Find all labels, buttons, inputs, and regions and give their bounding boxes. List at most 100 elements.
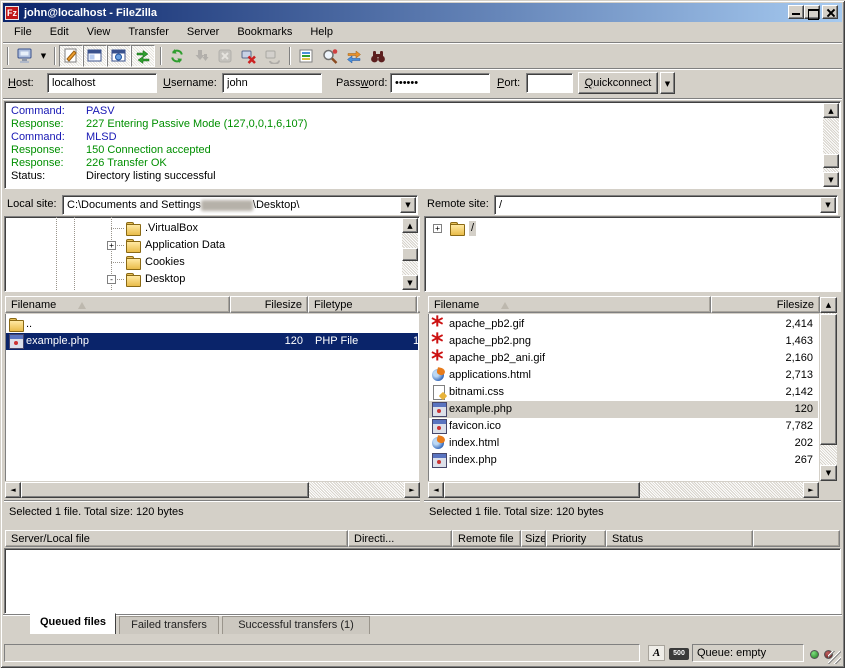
scroll-up-button[interactable]: ▲ — [823, 103, 839, 118]
column-header-direction[interactable]: Directi... — [348, 530, 452, 547]
local-site-dropdown[interactable]: ▼ — [400, 197, 416, 213]
file-row-example-php[interactable]: example.php 120 — [429, 401, 818, 418]
file-row[interactable]: index.html 202 — [429, 435, 818, 452]
scrollbar-thumb[interactable] — [820, 314, 837, 445]
column-header-filename[interactable]: Filename — [5, 296, 230, 313]
tree-expander-minus[interactable]: - — [107, 275, 116, 284]
column-header-filetype[interactable]: Filetype — [308, 296, 417, 313]
port-input[interactable] — [526, 73, 573, 93]
scrollbar-thumb[interactable] — [402, 248, 418, 261]
column-header-lastmodified-clipped[interactable]: L — [417, 296, 420, 313]
tree-expander-plus[interactable]: + — [107, 241, 116, 250]
directory-listing-filters-button[interactable] — [294, 45, 318, 67]
tree-item-virtualbox[interactable]: .VirtualBox — [5, 220, 419, 237]
file-row[interactable]: applications.html 2,713 — [429, 367, 818, 384]
column-header-size[interactable]: Size — [521, 530, 546, 547]
host-input[interactable] — [47, 73, 157, 93]
message-log: Command:PASV Response:227 Entering Passi… — [4, 101, 841, 189]
column-header-filesize[interactable]: Filesize — [230, 296, 308, 313]
scroll-left-button[interactable]: ◄ — [5, 482, 21, 498]
menu-bookmarks[interactable]: Bookmarks — [228, 24, 301, 40]
remote-list-hscrollbar[interactable]: ◄ ► — [428, 482, 819, 498]
column-header-empty[interactable] — [753, 530, 840, 547]
scroll-up-button[interactable]: ▲ — [402, 218, 418, 233]
file-row[interactable]: apache_pb2_ani.gif 2,160 — [429, 350, 818, 367]
tree-item-desktop[interactable]: - Desktop — [5, 271, 419, 288]
tab-successful-transfers[interactable]: Successful transfers (1) — [222, 616, 370, 634]
titlebar[interactable]: Fz john@localhost - FileZilla — [3, 3, 842, 22]
column-header-filesize[interactable]: Filesize — [711, 296, 820, 313]
toggle-transfer-queue-button[interactable] — [131, 45, 155, 67]
maximize-button[interactable] — [804, 5, 820, 19]
remote-site-dropdown[interactable]: ▼ — [820, 197, 836, 213]
file-row[interactable]: index.php 267 — [429, 452, 818, 469]
remote-list-scrollbar[interactable]: ▲ ▼ — [820, 297, 837, 481]
scroll-down-button[interactable]: ▼ — [823, 172, 839, 187]
column-header-remote-file[interactable]: Remote file — [452, 530, 521, 547]
scroll-right-button[interactable]: ► — [803, 482, 819, 498]
disconnect-button[interactable] — [237, 45, 261, 67]
data-type-indicator-icon[interactable]: A — [648, 645, 665, 661]
file-row[interactable]: favicon.ico 7,782 — [429, 418, 818, 435]
cancel-button[interactable] — [213, 45, 237, 67]
column-header-priority[interactable]: Priority — [546, 530, 606, 547]
file-row-parent-dir[interactable]: .. — [6, 316, 418, 333]
minimize-button[interactable] — [788, 5, 804, 19]
resize-grip[interactable] — [828, 651, 841, 664]
file-row-example-php[interactable]: example.php 120 PHP File 1 — [6, 333, 418, 350]
scroll-left-button[interactable]: ◄ — [428, 482, 444, 498]
directory-comparison-button[interactable] — [318, 45, 342, 67]
speed-limits-icon[interactable]: 500 — [669, 648, 689, 660]
site-manager-dropdown[interactable]: ▼ — [37, 45, 50, 67]
scroll-down-button[interactable]: ▼ — [402, 275, 418, 290]
log-message: 227 Entering Passive Mode (127,0,0,1,6,1… — [86, 118, 307, 131]
queue-list[interactable] — [4, 548, 841, 614]
scroll-down-button[interactable]: ▼ — [820, 465, 837, 481]
tab-failed-transfers[interactable]: Failed transfers — [119, 616, 219, 634]
menu-edit[interactable]: Edit — [41, 24, 78, 40]
local-file-list: .. example.php 120 PHP File 1 — [5, 314, 419, 481]
file-row[interactable]: bitnami.css 2,142 — [429, 384, 818, 401]
column-header-server-local-file[interactable]: Server/Local file — [5, 530, 348, 547]
image-file-icon — [431, 351, 447, 365]
find-files-button[interactable] — [366, 45, 390, 67]
menu-view[interactable]: View — [78, 24, 120, 40]
column-header-filename[interactable]: Filename — [428, 296, 711, 313]
scrollbar-thumb[interactable] — [823, 154, 839, 168]
process-queue-button[interactable] — [189, 45, 213, 67]
tree-item-cookies[interactable]: Cookies — [5, 254, 419, 271]
local-site-combo[interactable]: C:\Documents and Settings\Desktop\ ▼ — [62, 195, 418, 215]
file-row[interactable]: apache_pb2.gif 2,414 — [429, 316, 818, 333]
toggle-remote-tree-button[interactable] — [107, 45, 131, 67]
synchronized-browsing-button[interactable] — [342, 45, 366, 67]
quickconnect-button[interactable]: Quickconnect — [578, 72, 658, 94]
toolbar-grip[interactable] — [7, 47, 9, 65]
refresh-button[interactable] — [165, 45, 189, 67]
menu-transfer[interactable]: Transfer — [119, 24, 178, 40]
menu-server[interactable]: Server — [178, 24, 228, 40]
local-list-hscrollbar[interactable]: ◄ ► — [5, 482, 420, 498]
site-manager-button[interactable] — [13, 45, 37, 67]
php-file-icon — [8, 334, 24, 348]
close-button[interactable] — [822, 5, 838, 19]
scrollbar-thumb[interactable] — [444, 482, 640, 498]
column-header-status[interactable]: Status — [606, 530, 753, 547]
tree-item-root[interactable]: + / — [425, 220, 840, 237]
remote-site-combo[interactable]: / ▼ — [494, 195, 838, 215]
tree-item-application-data[interactable]: + Application Data — [5, 237, 419, 254]
menu-help[interactable]: Help — [301, 24, 342, 40]
quickconnect-dropdown[interactable]: ▼ — [660, 72, 675, 94]
scroll-up-button[interactable]: ▲ — [820, 297, 837, 313]
tree-expander-plus[interactable]: + — [433, 224, 442, 233]
reconnect-button[interactable] — [261, 45, 285, 67]
menu-file[interactable]: File — [5, 24, 41, 40]
scrollbar-thumb[interactable] — [21, 482, 309, 498]
filesize-cell: 120 — [709, 402, 813, 417]
scroll-right-button[interactable]: ► — [404, 482, 420, 498]
username-input[interactable] — [222, 73, 322, 93]
toggle-local-tree-button[interactable] — [83, 45, 107, 67]
tab-queued-files[interactable]: Queued files — [30, 613, 116, 634]
password-input[interactable] — [390, 73, 490, 93]
toggle-message-log-button[interactable] — [59, 45, 83, 67]
file-row[interactable]: apache_pb2.png 1,463 — [429, 333, 818, 350]
